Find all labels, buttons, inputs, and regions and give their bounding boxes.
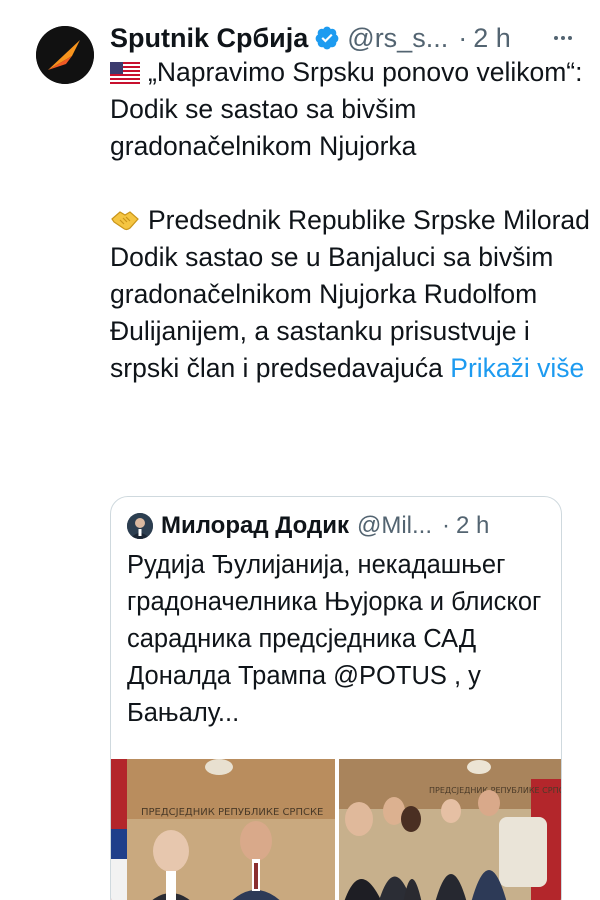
tweet-body-paragraph: Predsednik Republike Srpske Milorad Dodi… xyxy=(110,202,590,387)
tweet-time[interactable]: 2 h xyxy=(473,23,511,54)
media-grid: ПРЕДСЈЕДНИК РЕПУБЛИКЕ СРПСКЕ ПРЕДСЈЕДНИК… xyxy=(111,759,561,900)
sputnik-avatar[interactable] xyxy=(36,26,94,84)
verified-badge-icon xyxy=(314,25,340,51)
sputnik-logo-icon xyxy=(36,26,94,84)
author-handle[interactable]: @rs_s... xyxy=(347,23,448,54)
show-more-link[interactable]: Prikaži više xyxy=(450,353,584,383)
quoted-tweet-time[interactable]: 2 h xyxy=(456,512,489,540)
quoted-author-name[interactable]: Милорад Додик xyxy=(161,512,349,540)
quoted-tweet-text: Рудија Ђулијанија, некадашњег градоначел… xyxy=(127,551,542,727)
handshake-icon xyxy=(110,206,140,232)
separator-dot: · xyxy=(458,22,468,53)
quoted-tweet[interactable]: Милорад Додик @Mil... · 2 h Рудија Ђулиј… xyxy=(110,496,562,900)
meeting-photo-1[interactable]: ПРЕДСЈЕДНИК РЕПУБЛИКЕ СРПСКЕ xyxy=(111,759,335,900)
tweet-text: „Napravimo Srpsku ponovo velikom“: Dodik… xyxy=(110,54,590,387)
tweet-header: Sputnik Србија @rs_s... · 2 h xyxy=(110,18,580,58)
tweet-headline: „Napravimo Srpsku ponovo velikom“: Dodik… xyxy=(110,57,583,161)
separator-dot: · xyxy=(442,512,451,539)
author-display-name[interactable]: Sputnik Србија xyxy=(110,23,308,54)
user-avatar-icon[interactable] xyxy=(127,513,153,539)
photo-banner-text-1: ПРЕДСЈЕДНИК РЕПУБЛИКЕ СРПСКЕ xyxy=(141,807,323,818)
tweet-headline-paragraph: „Napravimo Srpsku ponovo velikom“: Dodik… xyxy=(110,54,590,165)
quoted-author-handle[interactable]: @Mil... xyxy=(357,512,432,540)
more-options-icon[interactable] xyxy=(548,24,578,52)
us-flag-icon xyxy=(110,57,140,84)
meeting-photo-2[interactable]: ПРЕДСЈЕДНИК РЕПУБЛИКЕ СРПСКЕ xyxy=(339,759,561,900)
quoted-tweet-header: Милорад Додик @Mil... · 2 h xyxy=(127,509,549,543)
